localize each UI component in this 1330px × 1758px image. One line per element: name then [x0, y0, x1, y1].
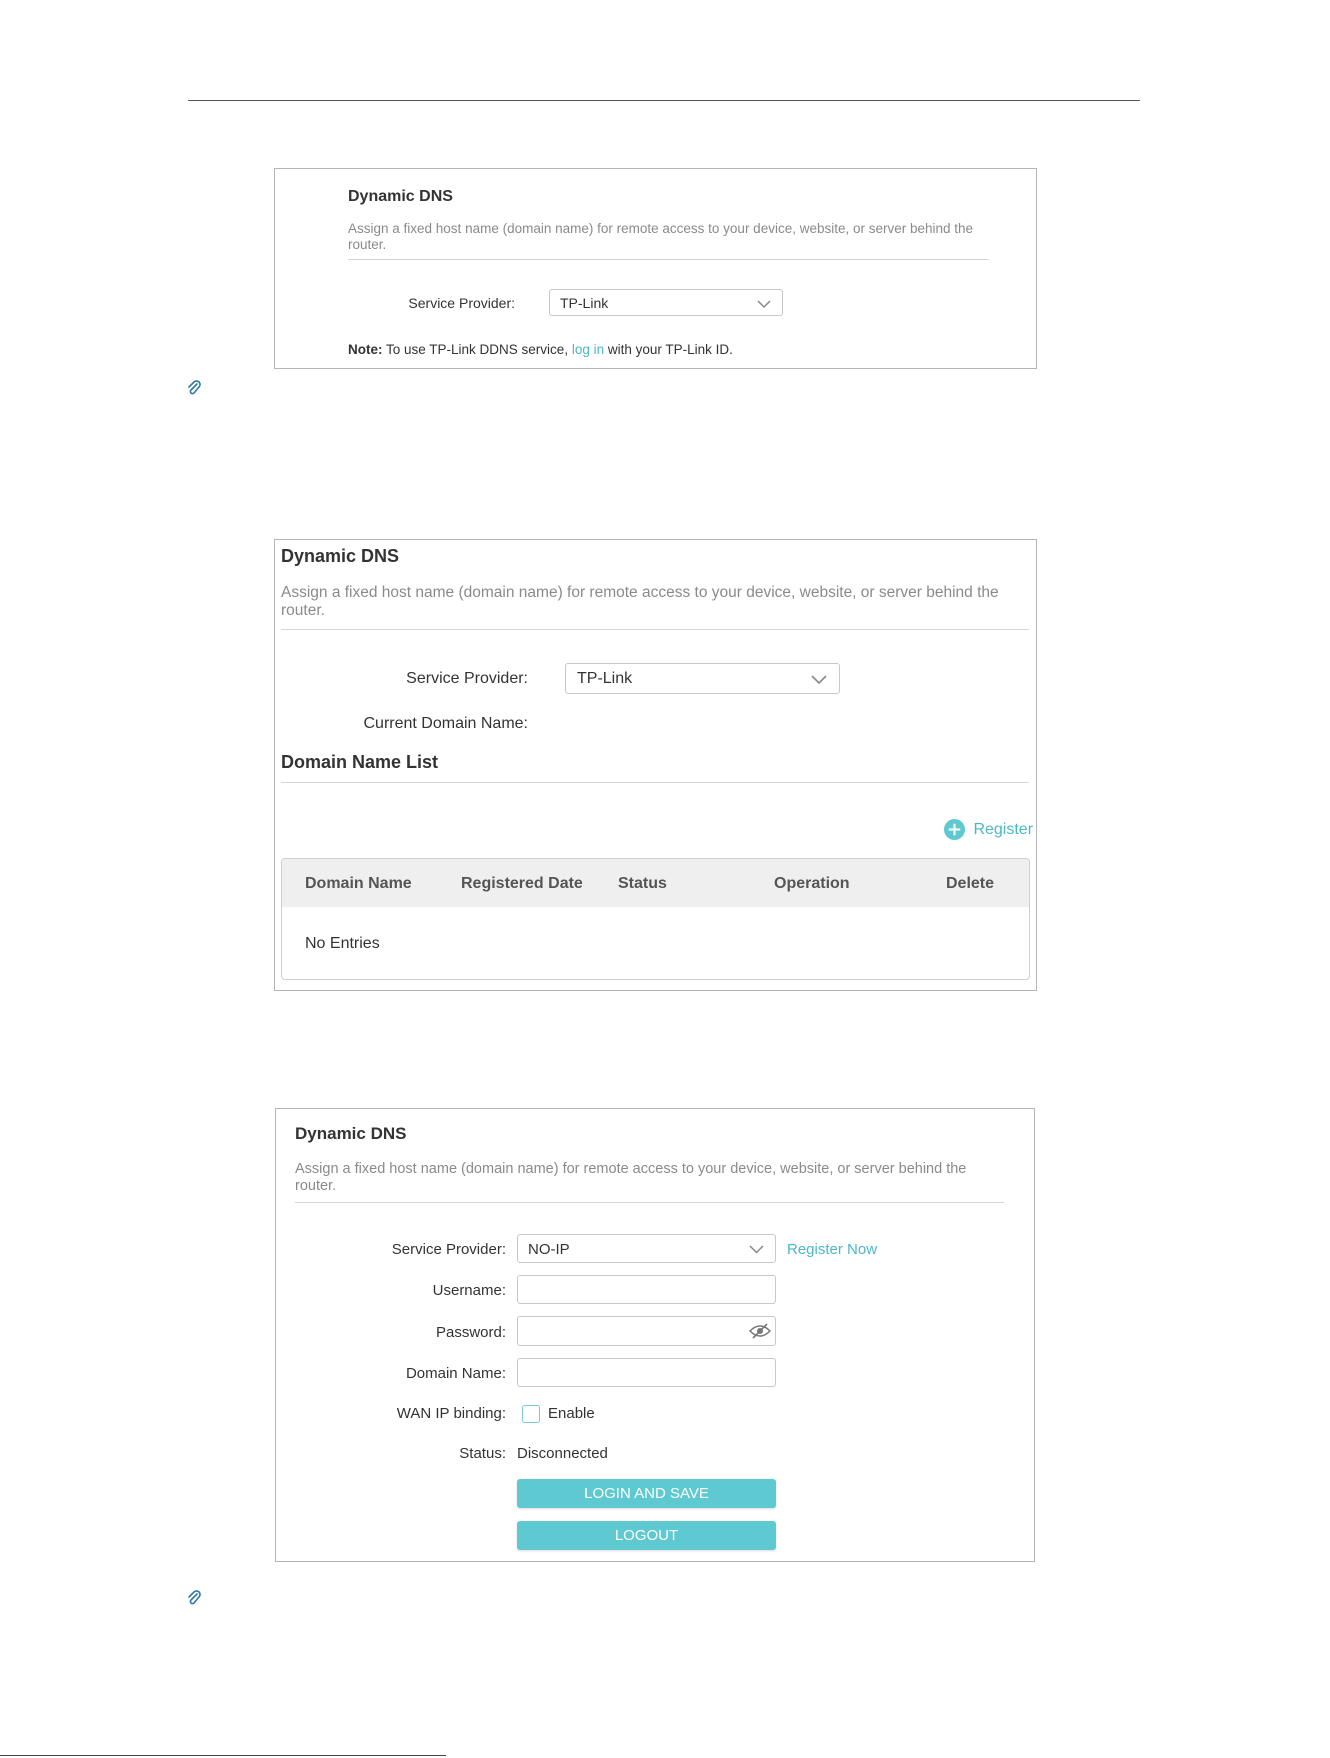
panel-title: Dynamic DNS	[348, 188, 453, 205]
service-provider-select[interactable]: NO-IP	[517, 1234, 776, 1263]
page-header-rule	[188, 100, 1140, 101]
panel-title: Dynamic DNS	[295, 1124, 407, 1143]
service-provider-value: TP-Link	[577, 670, 633, 687]
table-empty-text: No Entries	[305, 935, 380, 952]
note-text: Note: To use TP-Link DDNS service, log i…	[348, 342, 733, 357]
panel-description: Assign a fixed host name (domain name) f…	[348, 221, 974, 252]
domain-name-label: Domain Name:	[405, 1365, 506, 1382]
domain-name-table: Domain Name Registered Date Status Opera…	[281, 858, 1030, 980]
username-input[interactable]	[517, 1275, 776, 1304]
panel-title: Dynamic DNS	[281, 546, 400, 566]
note-after-link: with your TP-Link ID.	[604, 342, 733, 357]
service-provider-label: Service Provider:	[406, 670, 528, 687]
register-label: Register	[973, 820, 1034, 838]
panel-description: Assign a fixed host name (domain name) f…	[295, 1161, 967, 1194]
service-provider-label: Service Provider:	[408, 295, 515, 311]
enable-checkbox[interactable]	[522, 1405, 540, 1423]
status-value: Disconnected	[517, 1445, 608, 1462]
note-prefix: Note:	[348, 342, 383, 357]
chevron-down-icon	[811, 675, 827, 684]
col-delete: Delete	[946, 875, 995, 892]
chevron-down-icon	[757, 300, 771, 308]
service-provider-select[interactable]: TP-Link	[549, 289, 783, 316]
eye-off-icon[interactable]	[749, 1323, 771, 1339]
table-header: Domain Name Registered Date Status Opera…	[282, 859, 1029, 907]
status-label: Status:	[459, 1445, 506, 1462]
log-in-link[interactable]: log in	[572, 342, 604, 357]
username-label: Username:	[432, 1282, 506, 1299]
service-provider-value: TP-Link	[560, 295, 609, 311]
domain-list-title: Domain Name List	[281, 752, 439, 772]
wan-ip-binding-label: WAN IP binding:	[396, 1405, 506, 1422]
ddns-panel-tplink-list: Dynamic DNS Assign a fixed host name (do…	[274, 539, 1037, 991]
col-registered-date: Registered Date	[461, 875, 583, 892]
paperclip-icon	[188, 380, 201, 395]
enable-label[interactable]: Enable	[548, 1405, 595, 1422]
password-label: Password:	[435, 1324, 506, 1341]
current-domain-label: Current Domain Name:	[363, 715, 529, 732]
ddns-panel-noip: Dynamic DNS Assign a fixed host name (do…	[275, 1108, 1035, 1562]
chevron-down-icon	[749, 1245, 764, 1254]
col-status: Status	[618, 875, 667, 892]
page-footer-rule	[0, 1755, 446, 1756]
domain-name-input[interactable]	[517, 1358, 776, 1387]
ddns-panel-tplink-login: Dynamic DNS Assign a fixed host name (do…	[274, 168, 1037, 369]
service-provider-label: Service Provider:	[391, 1241, 506, 1258]
service-provider-value: NO-IP	[528, 1241, 570, 1258]
paperclip-icon	[188, 1590, 201, 1605]
panel-description: Assign a fixed host name (domain name) f…	[281, 584, 999, 619]
note-before-link: To use TP-Link DDNS service,	[382, 342, 572, 357]
panel-divider	[281, 629, 1029, 630]
register-now-link[interactable]: Register Now	[787, 1241, 877, 1258]
login-and-save-button[interactable]: LOGIN AND SAVE	[517, 1479, 776, 1508]
panel-divider	[348, 259, 989, 260]
service-provider-select[interactable]: TP-Link	[565, 663, 840, 694]
col-domain-name: Domain Name	[305, 875, 412, 892]
col-operation: Operation	[774, 875, 850, 892]
plus-circle-icon	[944, 819, 965, 840]
password-input[interactable]	[517, 1316, 776, 1346]
register-button[interactable]: Register	[944, 819, 1033, 840]
logout-button[interactable]: LOGOUT	[517, 1521, 776, 1550]
panel-divider	[295, 1202, 1004, 1203]
list-divider	[281, 782, 1029, 783]
